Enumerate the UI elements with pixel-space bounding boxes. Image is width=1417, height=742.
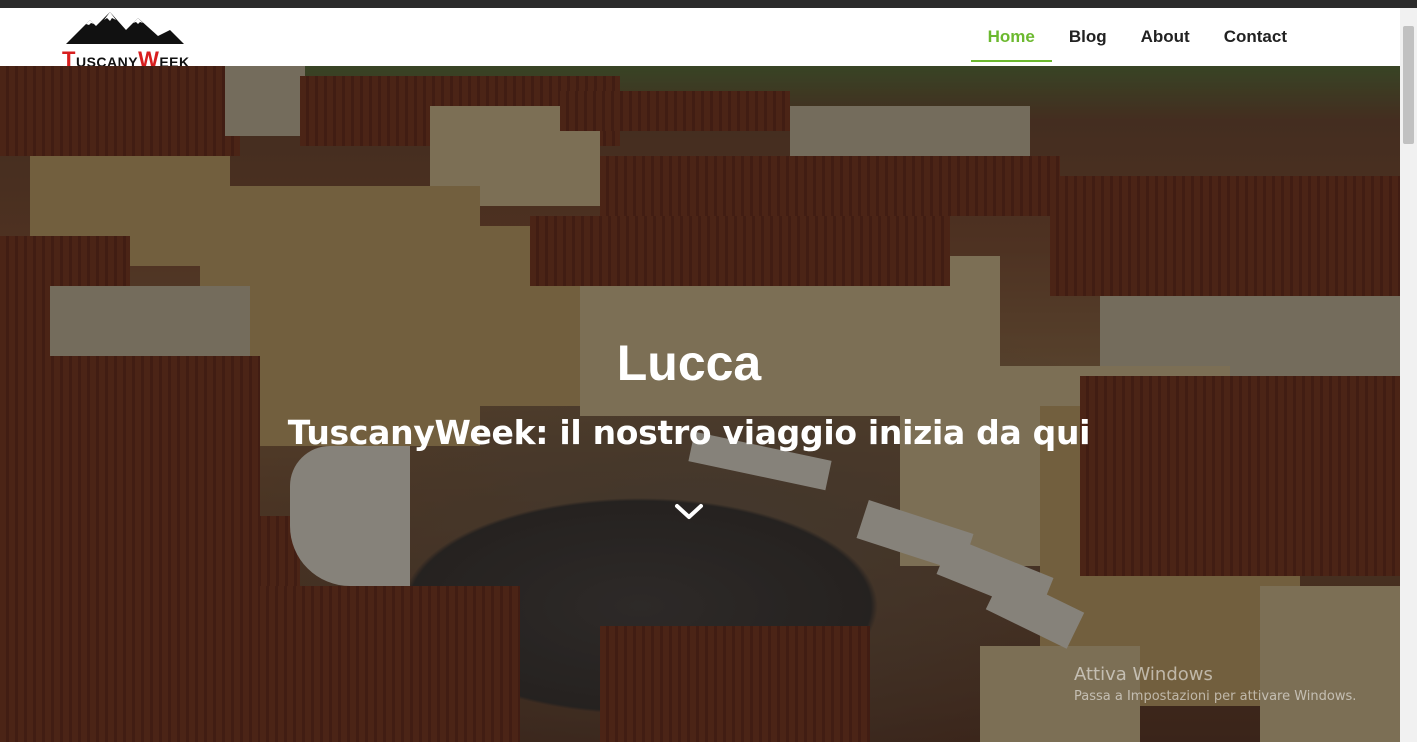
site-navbar: TUSCANYWEEK Home Blog About Contact xyxy=(0,8,1400,72)
main-nav: Home Blog About Contact xyxy=(970,8,1304,66)
chevron-down-icon[interactable] xyxy=(674,502,704,522)
nav-contact-link[interactable]: Contact xyxy=(1207,8,1304,66)
hero-title: Lucca xyxy=(616,335,762,391)
site-logo[interactable]: TUSCANYWEEK xyxy=(62,10,196,72)
scrollbar-thumb[interactable] xyxy=(1403,26,1414,144)
hero-section: Lucca TuscanyWeek: il nostro viaggio ini… xyxy=(0,66,1400,742)
browser-top-strip xyxy=(0,0,1417,8)
nav-blog-link[interactable]: Blog xyxy=(1052,8,1124,66)
nav-home-link[interactable]: Home xyxy=(970,8,1053,66)
watermark-subtitle: Passa a Impostazioni per attivare Window… xyxy=(1074,689,1357,704)
hero-subtitle: TuscanyWeek: il nostro viaggio inizia da… xyxy=(287,413,1091,452)
page-scrollbar[interactable] xyxy=(1400,8,1417,742)
hero-dark-overlay xyxy=(0,66,1400,742)
nav-about-link[interactable]: About xyxy=(1124,8,1207,66)
mountains-icon xyxy=(66,12,184,44)
windows-activation-watermark: Attiva Windows Passa a Impostazioni per … xyxy=(1074,664,1356,704)
watermark-title: Attiva Windows xyxy=(1074,664,1213,685)
